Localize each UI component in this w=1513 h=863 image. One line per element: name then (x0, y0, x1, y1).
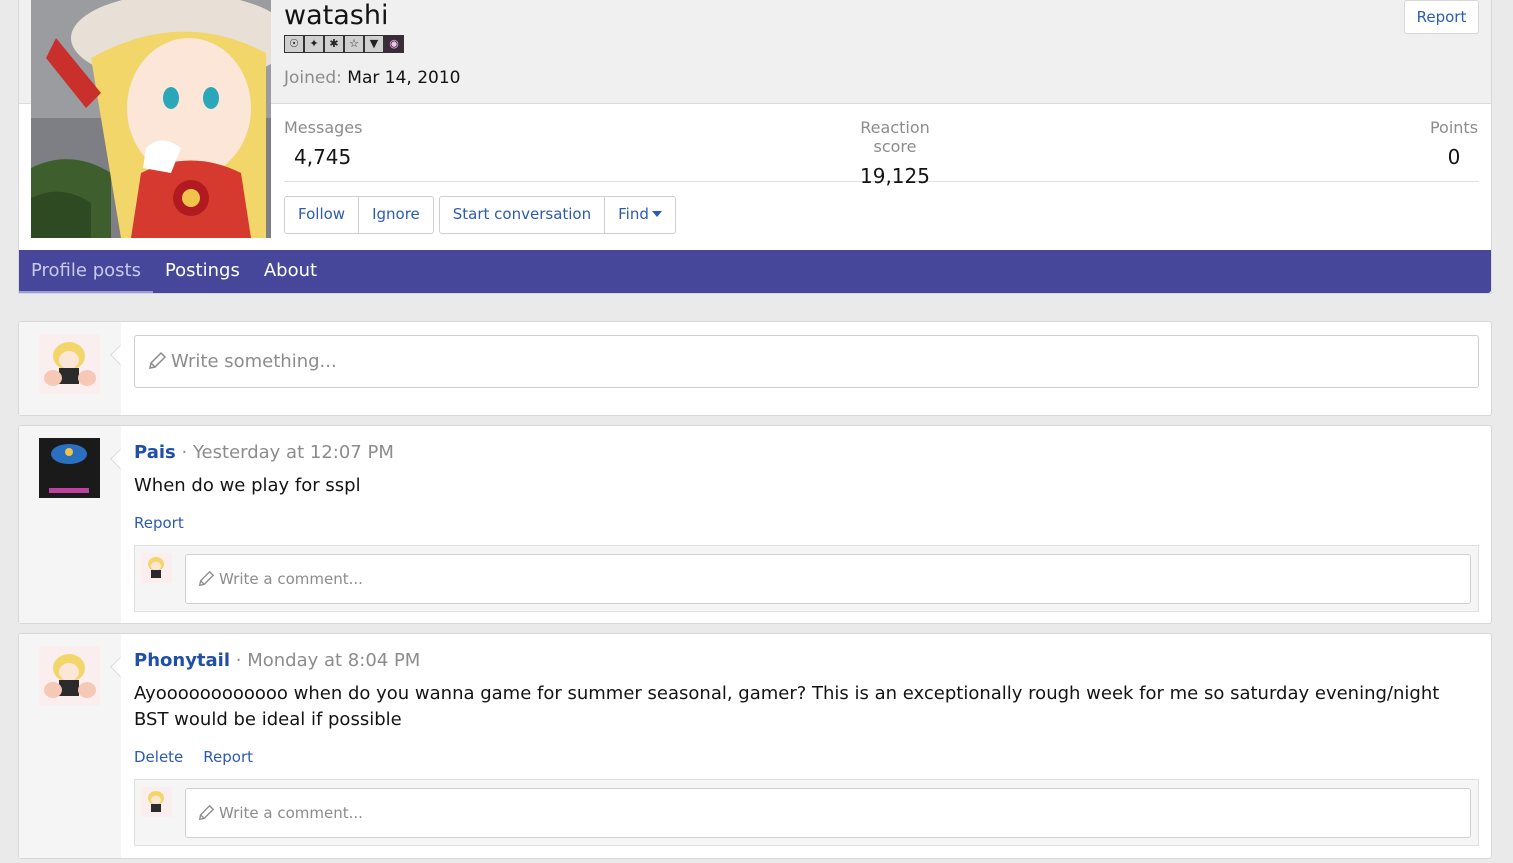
user-avatar[interactable] (141, 787, 172, 817)
caret-down-icon (651, 211, 662, 217)
ignore-button[interactable]: Ignore (359, 197, 433, 233)
badge-row: ☉ ✦ ✱ ☆ ▼ ◉ (284, 35, 404, 53)
post-actions: Delete Report (134, 748, 253, 766)
find-label: Find (618, 205, 649, 223)
comment-area: Write a comment... (134, 545, 1479, 612)
tab-postings[interactable]: Postings (153, 250, 252, 293)
badge-icon: ◉ (384, 35, 404, 53)
post-meta: Phonytail · Monday at 8:04 PM (134, 650, 420, 671)
stat-label: Messages (284, 118, 363, 137)
post-timestamp[interactable]: Yesterday at 12:07 PM (193, 442, 394, 463)
post-actions: Report (134, 514, 184, 532)
badge-icon: ☆ (344, 35, 364, 53)
profile-header: watashi ☉ ✦ ✱ ☆ ▼ ◉ Joined: Mar 14, 2010… (18, 0, 1492, 294)
profile-action-buttons: Follow Ignore Start conversation Find (284, 196, 676, 234)
post-meta: Pais · Yesterday at 12:07 PM (134, 442, 394, 463)
write-comment-input[interactable]: Write a comment... (185, 554, 1471, 604)
profile-avatar[interactable] (31, 0, 271, 238)
post-timestamp[interactable]: Monday at 8:04 PM (247, 650, 420, 671)
follow-button[interactable]: Follow (285, 197, 360, 233)
badge-icon: ✦ (304, 35, 324, 53)
post-message: When do we play for sspl (134, 475, 361, 496)
stat-value[interactable]: 19,125 (840, 164, 950, 188)
badge-icon: ✱ (324, 35, 344, 53)
report-post-link[interactable]: Report (134, 514, 184, 532)
delete-post-link[interactable]: Delete (134, 748, 183, 766)
report-profile-button[interactable]: Report (1404, 0, 1479, 34)
user-avatar[interactable] (141, 553, 172, 583)
profile-post-composer: Write something... (18, 321, 1492, 416)
profile-post: Phonytail · Monday at 8:04 PM Ayoooooooo… (18, 633, 1492, 859)
meta-separator: · (181, 442, 188, 463)
profile-username: watashi (284, 0, 389, 31)
stat-label: Reaction score (860, 118, 930, 156)
post-author-link[interactable]: Pais (134, 442, 176, 463)
tab-about[interactable]: About (252, 250, 329, 293)
find-dropdown-button[interactable]: Find (605, 197, 675, 233)
stat-reaction-score: Reaction score 19,125 (840, 118, 950, 188)
joined-value: Mar 14, 2010 (347, 68, 461, 88)
stat-value[interactable]: 4,745 (284, 145, 362, 169)
follow-ignore-group: Follow Ignore (284, 196, 434, 234)
write-comment-placeholder: Write a comment... (219, 804, 363, 822)
meta-separator: · (235, 650, 242, 671)
joined-label: Joined: (284, 68, 342, 88)
author-avatar[interactable] (39, 646, 100, 706)
pencil-icon (149, 351, 167, 369)
stat-points: Points 0 (1429, 118, 1479, 169)
start-conversation-button[interactable]: Start conversation (440, 197, 606, 233)
author-avatar[interactable] (39, 438, 100, 498)
write-comment-input[interactable]: Write a comment... (185, 788, 1471, 838)
stat-label: Points (1429, 118, 1479, 137)
report-post-link[interactable]: Report (203, 748, 253, 766)
stat-value[interactable]: 0 (1429, 145, 1479, 169)
badge-icon: ▼ (364, 35, 384, 53)
conversation-find-group: Start conversation Find (438, 196, 676, 234)
profile-stats: Messages 4,745 Reaction score 19,125 Poi… (284, 104, 1479, 188)
write-comment-placeholder: Write a comment... (219, 570, 363, 588)
user-avatar[interactable] (39, 334, 100, 394)
post-author-link[interactable]: Phonytail (134, 650, 230, 671)
stat-messages: Messages 4,745 (284, 118, 362, 169)
write-something-input[interactable]: Write something... (134, 335, 1479, 388)
post-message: Ayoooooooooooo when do you wanna game fo… (134, 683, 1440, 730)
joined-date: Joined: Mar 14, 2010 (284, 68, 460, 88)
profile-tabs: Profile posts Postings About (19, 250, 1491, 293)
write-something-placeholder: Write something... (171, 351, 337, 372)
pencil-icon (198, 804, 215, 821)
profile-post: Pais · Yesterday at 12:07 PM When do we … (18, 425, 1492, 624)
tab-profile-posts[interactable]: Profile posts (19, 250, 153, 293)
comment-area: Write a comment... (134, 779, 1479, 846)
badge-icon: ☉ (284, 35, 304, 53)
pencil-icon (198, 570, 215, 587)
